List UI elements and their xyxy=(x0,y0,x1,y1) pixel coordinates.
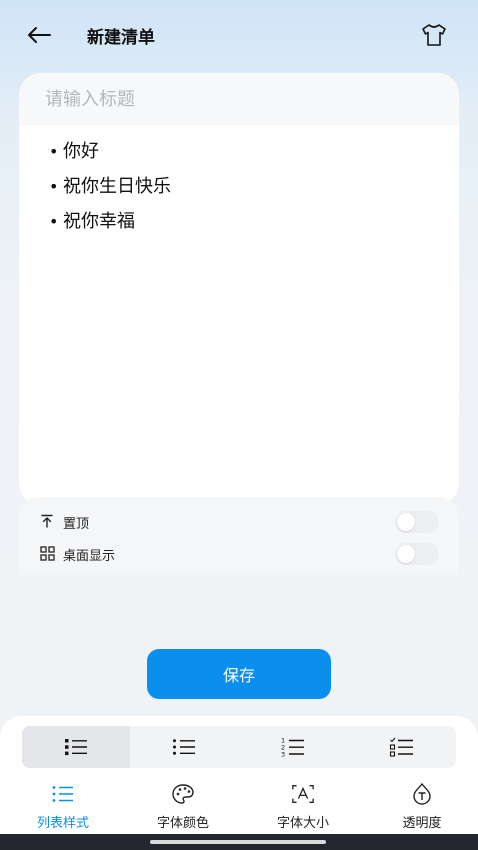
pin-toggle[interactable] xyxy=(395,511,439,533)
page-title: 新建清单 xyxy=(87,28,155,48)
bottom-tabbar: 列表样式 字体颜色 字体大小 透明度 xyxy=(0,780,478,834)
bottom-panel: 1 2 3 列表样式 字体颜色 字体大小 透明度 xyxy=(0,716,478,834)
palette-icon xyxy=(171,782,195,806)
transparency-icon xyxy=(410,782,434,806)
pin-label: 置顶 xyxy=(63,517,90,532)
theme-button[interactable] xyxy=(418,20,450,50)
list-style-selector: 1 2 3 xyxy=(22,726,456,768)
list-item[interactable]: 祝你幸福 xyxy=(49,209,171,244)
desktop-label: 桌面显示 xyxy=(63,549,116,564)
desktop-option-row: 桌面显示 xyxy=(19,540,459,568)
desktop-toggle[interactable] xyxy=(395,543,439,565)
list-style-icon xyxy=(51,782,75,806)
toggle-knob xyxy=(397,545,415,563)
arrow-left-icon xyxy=(28,27,51,43)
grid-icon xyxy=(39,544,55,562)
list-style-option-bullet[interactable] xyxy=(130,726,238,768)
pin-option-row: 置顶 xyxy=(19,508,459,536)
checklist-items[interactable]: 你好 祝你生日快乐 祝你幸福 xyxy=(49,139,171,244)
tab-font-size[interactable]: 字体大小 xyxy=(258,780,348,834)
tab-transparency[interactable]: 透明度 xyxy=(377,780,467,834)
pin-to-top-icon xyxy=(39,512,55,530)
bold-bullet-list-icon xyxy=(65,739,87,756)
list-style-option-numbered[interactable]: 1 2 3 xyxy=(239,726,347,768)
tab-label: 字体大小 xyxy=(276,816,329,831)
home-indicator[interactable] xyxy=(150,840,326,844)
checklist-icon xyxy=(389,737,413,757)
list-item[interactable]: 祝你生日快乐 xyxy=(49,174,171,209)
numbered-list-icon: 1 2 3 xyxy=(281,737,304,759)
back-button[interactable] xyxy=(22,20,56,50)
bullet-list-icon xyxy=(173,739,195,755)
system-nav-bar xyxy=(0,834,478,850)
svg-text:3: 3 xyxy=(281,751,285,759)
tab-font-color[interactable]: 字体颜色 xyxy=(138,780,228,834)
tshirt-icon xyxy=(422,24,446,46)
options-panel: 置顶 桌面显示 xyxy=(19,497,459,575)
tab-list-style[interactable]: 列表样式 xyxy=(18,780,108,834)
header: 新建清单 xyxy=(0,0,478,72)
toggle-knob xyxy=(397,513,415,531)
list-style-option-bold-bullet[interactable] xyxy=(22,726,130,768)
list-style-option-checklist[interactable] xyxy=(348,726,456,768)
list-item[interactable]: 你好 xyxy=(49,139,171,174)
title-input[interactable] xyxy=(45,85,425,113)
tab-label: 字体颜色 xyxy=(156,816,209,831)
tab-label: 列表样式 xyxy=(36,816,89,831)
title-input-area xyxy=(19,73,459,125)
tab-label: 透明度 xyxy=(402,816,442,831)
font-size-icon xyxy=(291,782,315,806)
editor-card: 你好 祝你生日快乐 祝你幸福 xyxy=(19,73,459,505)
save-button[interactable]: 保存 xyxy=(147,649,331,699)
